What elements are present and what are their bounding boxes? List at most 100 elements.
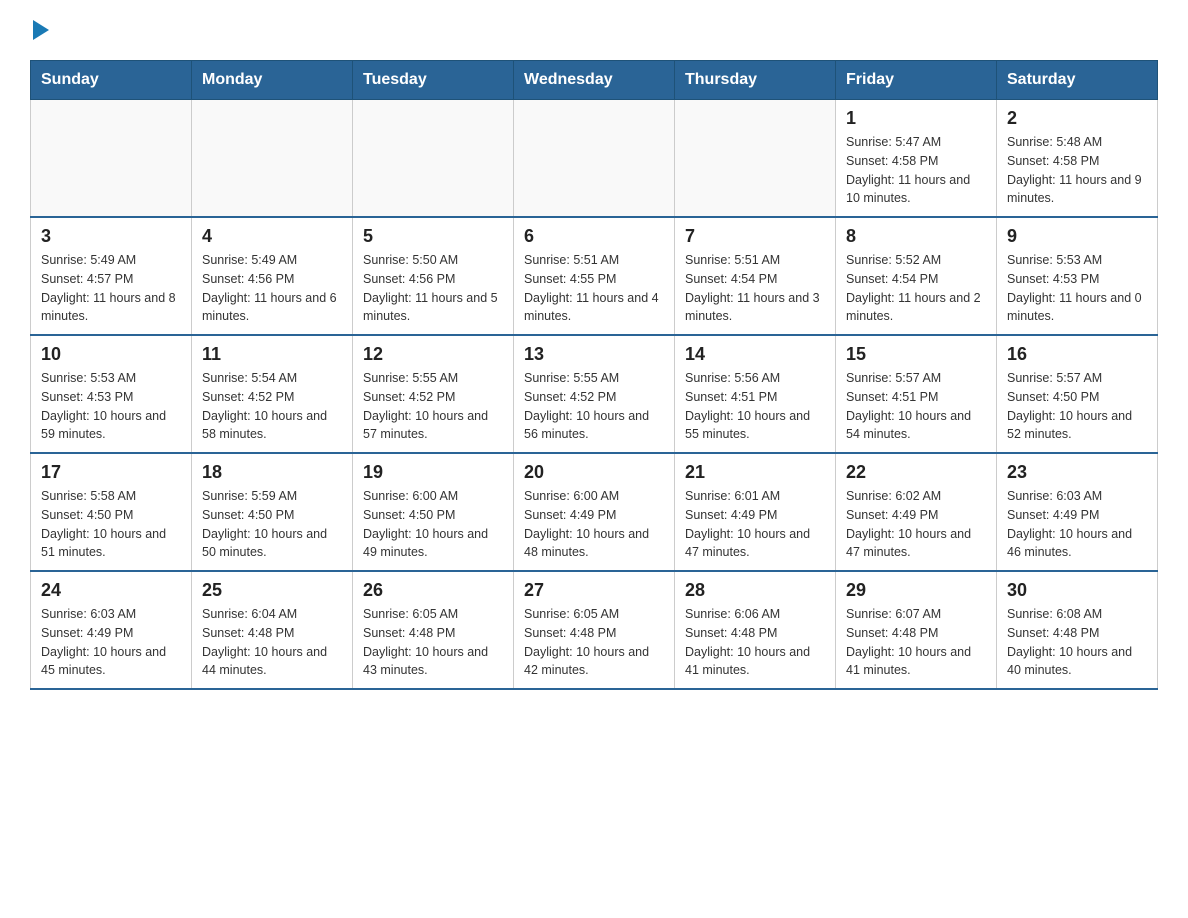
calendar-cell: 20Sunrise: 6:00 AMSunset: 4:49 PMDayligh… <box>514 453 675 571</box>
calendar-cell <box>192 100 353 218</box>
calendar-cell: 1 Sunrise: 5:47 AMSunset: 4:58 PMDaylight… <box>836 100 997 218</box>
day-info: Sunrise: 6:06 AMSunset: 4:48 PMDaylight:… <box>685 605 825 680</box>
day-info: Sunrise: 6:03 AMSunset: 4:49 PMDaylight:… <box>41 605 181 680</box>
calendar-cell: 12 Sunrise: 5:55 AMSunset: 4:52 PMDayligh… <box>353 335 514 453</box>
day-info: Sunrise: 6:00 AMSunset: 4:50 PMDaylight:… <box>363 487 503 562</box>
day-header-saturday: Saturday <box>997 61 1158 100</box>
day-info: Sunrise: 6:00 AMSunset: 4:49 PMDaylight:… <box>524 487 664 562</box>
day-number: 15 <box>846 344 986 365</box>
day-header-wednesday: Wednesday <box>514 61 675 100</box>
day-info: Sunrise: 5:59 AMSunset: 4:50 PMDaylight:… <box>202 487 342 562</box>
calendar-cell: 27 Sunrise: 6:05 AMSunset: 4:48 PMDayligh… <box>514 571 675 689</box>
day-number: 11 <box>202 344 342 365</box>
day-number: 19 <box>363 462 503 483</box>
day-number: 8 <box>846 226 986 247</box>
day-header-friday: Friday <box>836 61 997 100</box>
day-info: Sunrise: 5:52 AMSunset: 4:54 PMDaylight:… <box>846 251 986 326</box>
calendar-cell: 28 Sunrise: 6:06 AMSunset: 4:48 PMDayligh… <box>675 571 836 689</box>
day-info: Sunrise: 5:53 AMSunset: 4:53 PMDaylight:… <box>1007 251 1147 326</box>
calendar-cell: 3 Sunrise: 5:49 AMSunset: 4:57 PMDaylight… <box>31 217 192 335</box>
day-number: 6 <box>524 226 664 247</box>
day-number: 12 <box>363 344 503 365</box>
day-number: 27 <box>524 580 664 601</box>
day-info: Sunrise: 6:07 AMSunset: 4:48 PMDaylight:… <box>846 605 986 680</box>
day-info: Sunrise: 6:03 AMSunset: 4:49 PMDaylight:… <box>1007 487 1147 562</box>
day-number: 23 <box>1007 462 1147 483</box>
day-number: 7 <box>685 226 825 247</box>
page-header <box>30 20 1158 40</box>
day-info: Sunrise: 5:58 AMSunset: 4:50 PMDaylight:… <box>41 487 181 562</box>
day-number: 13 <box>524 344 664 365</box>
day-number: 21 <box>685 462 825 483</box>
day-info: Sunrise: 5:55 AMSunset: 4:52 PMDaylight:… <box>524 369 664 444</box>
day-info: Sunrise: 6:01 AMSunset: 4:49 PMDaylight:… <box>685 487 825 562</box>
calendar-header: SundayMondayTuesdayWednesdayThursdayFrid… <box>31 61 1158 100</box>
calendar-cell: 30 Sunrise: 6:08 AMSunset: 4:48 PMDayligh… <box>997 571 1158 689</box>
day-info: Sunrise: 5:55 AMSunset: 4:52 PMDaylight:… <box>363 369 503 444</box>
calendar-cell <box>31 100 192 218</box>
day-number: 16 <box>1007 344 1147 365</box>
day-number: 1 <box>846 108 986 129</box>
calendar-cell: 29 Sunrise: 6:07 AMSunset: 4:48 PMDayligh… <box>836 571 997 689</box>
day-header-monday: Monday <box>192 61 353 100</box>
calendar-cell: 24 Sunrise: 6:03 AMSunset: 4:49 PMDayligh… <box>31 571 192 689</box>
calendar-cell: 22 Sunrise: 6:02 AMSunset: 4:49 PMDayligh… <box>836 453 997 571</box>
day-number: 24 <box>41 580 181 601</box>
calendar-cell: 8 Sunrise: 5:52 AMSunset: 4:54 PMDaylight… <box>836 217 997 335</box>
day-info: Sunrise: 6:02 AMSunset: 4:49 PMDaylight:… <box>846 487 986 562</box>
day-info: Sunrise: 5:57 AMSunset: 4:51 PMDaylight:… <box>846 369 986 444</box>
day-number: 28 <box>685 580 825 601</box>
week-row: 3 Sunrise: 5:49 AMSunset: 4:57 PMDaylight… <box>31 217 1158 335</box>
calendar-cell: 26 Sunrise: 6:05 AMSunset: 4:48 PMDayligh… <box>353 571 514 689</box>
day-info: Sunrise: 5:56 AMSunset: 4:51 PMDaylight:… <box>685 369 825 444</box>
calendar-cell <box>353 100 514 218</box>
calendar-body: 1 Sunrise: 5:47 AMSunset: 4:58 PMDaylight… <box>31 100 1158 690</box>
day-number: 29 <box>846 580 986 601</box>
day-number: 4 <box>202 226 342 247</box>
calendar-cell <box>675 100 836 218</box>
day-header-thursday: Thursday <box>675 61 836 100</box>
calendar-cell: 2 Sunrise: 5:48 AMSunset: 4:58 PMDaylight… <box>997 100 1158 218</box>
day-info: Sunrise: 6:05 AMSunset: 4:48 PMDaylight:… <box>524 605 664 680</box>
calendar-cell: 11Sunrise: 5:54 AMSunset: 4:52 PMDayligh… <box>192 335 353 453</box>
day-info: Sunrise: 6:05 AMSunset: 4:48 PMDaylight:… <box>363 605 503 680</box>
day-number: 22 <box>846 462 986 483</box>
logo <box>30 20 49 40</box>
calendar-cell: 5 Sunrise: 5:50 AMSunset: 4:56 PMDaylight… <box>353 217 514 335</box>
day-number: 18 <box>202 462 342 483</box>
day-info: Sunrise: 6:08 AMSunset: 4:48 PMDaylight:… <box>1007 605 1147 680</box>
week-row: 17 Sunrise: 5:58 AMSunset: 4:50 PMDayligh… <box>31 453 1158 571</box>
calendar-cell: 18 Sunrise: 5:59 AMSunset: 4:50 PMDayligh… <box>192 453 353 571</box>
day-number: 17 <box>41 462 181 483</box>
day-info: Sunrise: 5:51 AMSunset: 4:55 PMDaylight:… <box>524 251 664 326</box>
day-number: 10 <box>41 344 181 365</box>
day-number: 2 <box>1007 108 1147 129</box>
day-info: Sunrise: 5:49 AMSunset: 4:56 PMDaylight:… <box>202 251 342 326</box>
calendar-cell: 4 Sunrise: 5:49 AMSunset: 4:56 PMDaylight… <box>192 217 353 335</box>
day-info: Sunrise: 5:47 AMSunset: 4:58 PMDaylight:… <box>846 133 986 208</box>
calendar-cell: 10 Sunrise: 5:53 AMSunset: 4:53 PMDayligh… <box>31 335 192 453</box>
week-row: 24 Sunrise: 6:03 AMSunset: 4:49 PMDayligh… <box>31 571 1158 689</box>
calendar-cell: 13 Sunrise: 5:55 AMSunset: 4:52 PMDayligh… <box>514 335 675 453</box>
calendar-cell: 23 Sunrise: 6:03 AMSunset: 4:49 PMDayligh… <box>997 453 1158 571</box>
days-of-week-row: SundayMondayTuesdayWednesdayThursdayFrid… <box>31 61 1158 100</box>
day-info: Sunrise: 5:57 AMSunset: 4:50 PMDaylight:… <box>1007 369 1147 444</box>
day-number: 3 <box>41 226 181 247</box>
day-number: 25 <box>202 580 342 601</box>
calendar-cell: 19 Sunrise: 6:00 AMSunset: 4:50 PMDayligh… <box>353 453 514 571</box>
week-row: 10 Sunrise: 5:53 AMSunset: 4:53 PMDayligh… <box>31 335 1158 453</box>
day-number: 30 <box>1007 580 1147 601</box>
day-number: 26 <box>363 580 503 601</box>
calendar-cell: 9 Sunrise: 5:53 AMSunset: 4:53 PMDaylight… <box>997 217 1158 335</box>
calendar-cell: 15 Sunrise: 5:57 AMSunset: 4:51 PMDayligh… <box>836 335 997 453</box>
logo-arrow-icon <box>33 20 49 40</box>
day-number: 9 <box>1007 226 1147 247</box>
day-number: 5 <box>363 226 503 247</box>
day-info: Sunrise: 5:48 AMSunset: 4:58 PMDaylight:… <box>1007 133 1147 208</box>
calendar-table: SundayMondayTuesdayWednesdayThursdayFrid… <box>30 60 1158 690</box>
day-info: Sunrise: 5:49 AMSunset: 4:57 PMDaylight:… <box>41 251 181 326</box>
calendar-cell: 25Sunrise: 6:04 AMSunset: 4:48 PMDayligh… <box>192 571 353 689</box>
calendar-cell: 21 Sunrise: 6:01 AMSunset: 4:49 PMDayligh… <box>675 453 836 571</box>
day-info: Sunrise: 5:50 AMSunset: 4:56 PMDaylight:… <box>363 251 503 326</box>
day-info: Sunrise: 5:53 AMSunset: 4:53 PMDaylight:… <box>41 369 181 444</box>
